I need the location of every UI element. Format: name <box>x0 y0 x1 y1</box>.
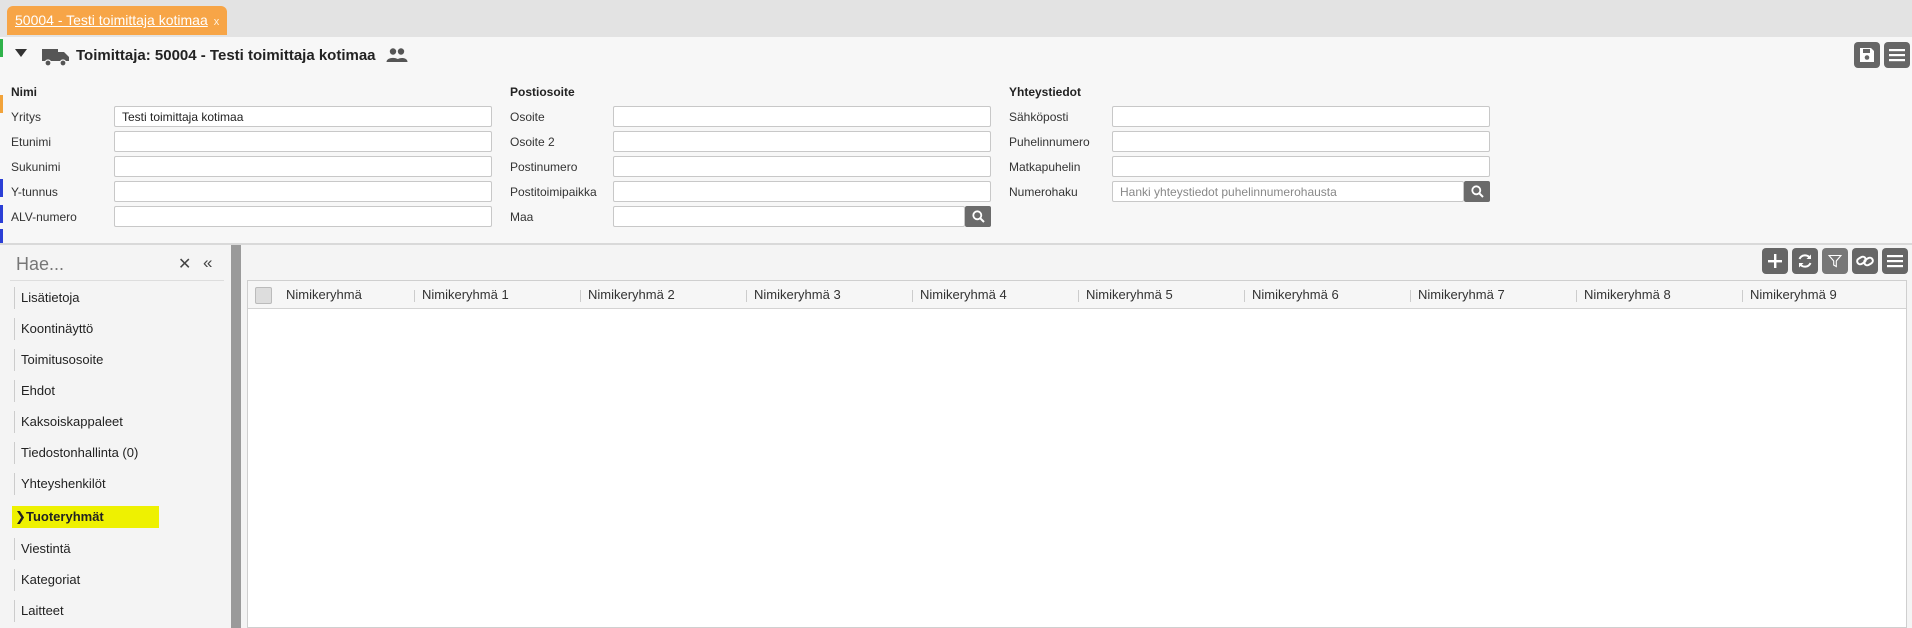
sidebar-item-koontinaytto[interactable]: Koontinäyttö <box>14 318 93 340</box>
osoite-label: Osoite <box>510 110 545 124</box>
column-header[interactable]: Nimikeryhmä 8 <box>1584 281 1671 309</box>
save-button[interactable] <box>1854 42 1880 68</box>
column-separator[interactable] <box>1576 290 1577 302</box>
sidebar-item-tuoteryhmat[interactable]: ❯ Tuoteryhmät <box>12 506 159 528</box>
filter-icon <box>1828 254 1842 268</box>
people-icon[interactable] <box>386 47 408 63</box>
ytunnus-label: Y-tunnus <box>11 185 58 199</box>
etunimi-label: Etunimi <box>11 135 52 149</box>
column-header[interactable]: Nimikeryhmä <box>286 281 362 309</box>
product-groups-grid: Nimikeryhmä Nimikeryhmä 1 Nimikeryhmä 2 … <box>247 280 1907 628</box>
column-separator[interactable] <box>746 290 747 302</box>
section-title-yhteystiedot: Yhteystiedot <box>1009 85 1082 99</box>
maa-label: Maa <box>510 210 534 224</box>
column-separator[interactable] <box>580 290 581 302</box>
numerohaku-search-button[interactable] <box>1464 181 1490 202</box>
header-menu-button[interactable] <box>1884 42 1910 68</box>
column-separator[interactable] <box>1078 290 1079 302</box>
osoite-field[interactable] <box>613 106 991 127</box>
sidebar-item-laitteet[interactable]: Laitteet <box>14 600 64 622</box>
plus-icon <box>1768 254 1782 268</box>
osoite2-label: Osoite 2 <box>510 135 555 149</box>
sidebar-search-underline <box>10 280 224 281</box>
alv-label: ALV-numero <box>11 210 77 224</box>
chevron-right-icon: ❯ <box>15 509 26 524</box>
menu-icon <box>1887 255 1903 268</box>
yritys-label: Yritys <box>11 110 41 124</box>
column-header[interactable]: Nimikeryhmä 7 <box>1418 281 1505 309</box>
osoite2-field[interactable] <box>613 131 991 152</box>
matkapuhelin-field[interactable] <box>1112 156 1490 177</box>
postitoimipaikka-field[interactable] <box>613 181 991 202</box>
sukunimi-label: Sukunimi <box>11 160 61 174</box>
collapse-caret-icon[interactable] <box>15 49 27 57</box>
alv-field[interactable] <box>114 206 492 227</box>
sidebar-scrollbar[interactable] <box>231 245 241 628</box>
add-button[interactable] <box>1762 248 1788 274</box>
sidebar-item-kategoriat[interactable]: Kategoriat <box>14 569 80 591</box>
tab-close-icon[interactable]: x <box>214 16 220 28</box>
sidebar-item-yhteyshenkilot[interactable]: Yhteyshenkilöt <box>14 473 106 495</box>
sidebar-item-tiedostonhallinta[interactable]: Tiedostonhallinta (0) <box>14 442 138 464</box>
refresh-icon <box>1798 254 1812 268</box>
ytunnus-field[interactable] <box>114 181 492 202</box>
sidebar-item-label: Tuoteryhmät <box>26 509 104 524</box>
tab-bar: 50004 - Testi toimittaja kotimaa x <box>0 0 1912 37</box>
postinumero-label: Postinumero <box>510 160 578 174</box>
tab-title[interactable]: 50004 - Testi toimittaja kotimaa <box>15 12 208 28</box>
sidebar-item-ehdot[interactable]: Ehdot <box>14 380 55 402</box>
search-icon <box>1470 185 1484 198</box>
column-header[interactable]: Nimikeryhmä 2 <box>588 281 675 309</box>
sidebar-search-input[interactable] <box>16 252 196 276</box>
sukunimi-field[interactable] <box>114 156 492 177</box>
column-header[interactable]: Nimikeryhmä 1 <box>422 281 509 309</box>
section-title-postiosoite: Postiosoite <box>510 85 575 99</box>
truck-icon <box>42 49 69 67</box>
section-title-nimi: Nimi <box>11 85 38 99</box>
column-header[interactable]: Nimikeryhmä 4 <box>920 281 1007 309</box>
column-separator[interactable] <box>1410 290 1411 302</box>
save-icon <box>1860 48 1874 62</box>
sidebar-item-viestinta[interactable]: Viestintä <box>14 538 71 560</box>
column-separator[interactable] <box>912 290 913 302</box>
puhelin-label: Puhelinnumero <box>1009 135 1090 149</box>
double-chevron-left-icon[interactable]: « <box>203 253 212 273</box>
sidebar-item-toimitusosoite[interactable]: Toimitusosoite <box>14 349 103 371</box>
sidebar-item-kaksoiskappaleet[interactable]: Kaksoiskappaleet <box>14 411 123 433</box>
sidebar: ✕ « Lisätietoja Koontinäyttö Toimitusoso… <box>0 245 243 628</box>
page-title: Toimittaja: 50004 - Testi toimittaja kot… <box>76 47 376 64</box>
numerohaku-field[interactable] <box>1112 181 1464 202</box>
column-header[interactable]: Nimikeryhmä 9 <box>1750 281 1837 309</box>
record-header: Toimittaja: 50004 - Testi toimittaja kot… <box>0 37 1912 75</box>
postinumero-field[interactable] <box>613 156 991 177</box>
link-button[interactable] <box>1852 248 1878 274</box>
maa-field[interactable] <box>613 206 965 227</box>
etunimi-field[interactable] <box>114 131 492 152</box>
column-separator[interactable] <box>414 290 415 302</box>
search-icon <box>971 210 985 223</box>
numerohaku-label: Numerohaku <box>1009 185 1078 199</box>
postitoimipaikka-label: Postitoimipaikka <box>510 185 597 199</box>
filter-button[interactable] <box>1822 248 1848 274</box>
document-tab[interactable]: 50004 - Testi toimittaja kotimaa x <box>7 6 228 35</box>
sahkoposti-label: Sähköposti <box>1009 110 1069 124</box>
close-icon[interactable]: ✕ <box>178 254 191 274</box>
column-header[interactable]: Nimikeryhmä 5 <box>1086 281 1173 309</box>
matkapuhelin-label: Matkapuhelin <box>1009 160 1081 174</box>
puhelin-field[interactable] <box>1112 131 1490 152</box>
link-icon <box>1856 255 1874 267</box>
sahkoposti-field[interactable] <box>1112 106 1490 127</box>
menu-icon <box>1889 49 1905 62</box>
maa-search-button[interactable] <box>965 206 991 227</box>
column-separator[interactable] <box>1244 290 1245 302</box>
grid-menu-button[interactable] <box>1882 248 1908 274</box>
column-header[interactable]: Nimikeryhmä 6 <box>1252 281 1339 309</box>
refresh-button[interactable] <box>1792 248 1818 274</box>
column-separator[interactable] <box>1742 290 1743 302</box>
column-header[interactable]: Nimikeryhmä 3 <box>754 281 841 309</box>
grid-header: Nimikeryhmä Nimikeryhmä 1 Nimikeryhmä 2 … <box>248 281 1906 309</box>
select-all-checkbox[interactable] <box>255 287 272 304</box>
yritys-field[interactable] <box>114 106 492 127</box>
sidebar-item-lisatietoja[interactable]: Lisätietoja <box>14 287 80 309</box>
